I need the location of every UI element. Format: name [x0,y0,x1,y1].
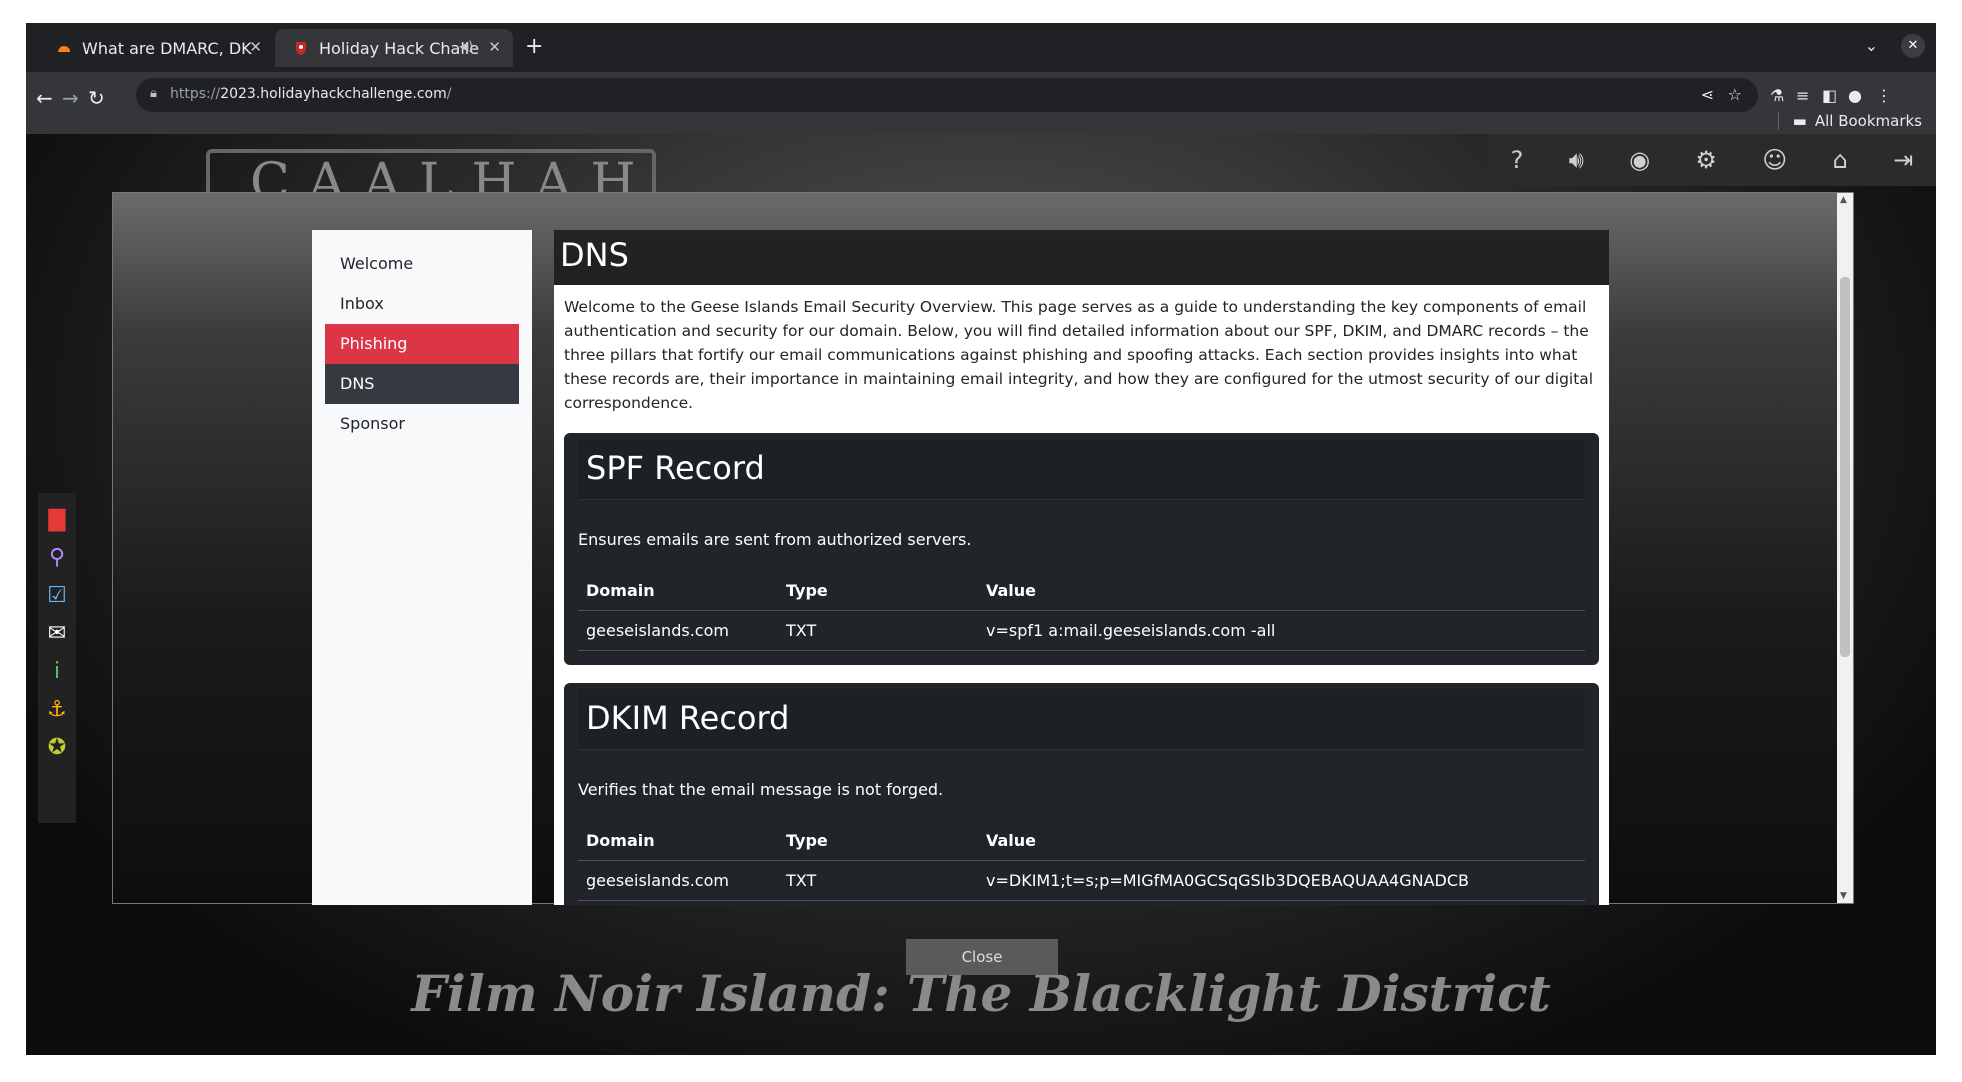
modal-scrollbar[interactable]: ▲ ▼ [1837,193,1853,903]
table-header-row: Domain Type Value [578,571,1585,611]
close-button[interactable]: Close [906,939,1058,975]
address-bar[interactable]: 🔒︎ https://2023.holidayhackchallenge.com… [136,78,1758,112]
info-icon[interactable]: i [44,659,70,684]
column-header-domain: Domain [578,821,778,861]
page-title: DNS [554,230,1609,285]
folder-icon: ▬ [1792,112,1807,130]
scrollbar-thumb[interactable] [1840,277,1850,657]
browser-toolbar: ← → ↻ 🔒︎ https://2023.holidayhackchallen… [26,72,1936,134]
profile-icon[interactable]: ☺ [1762,146,1787,174]
close-tab-icon[interactable]: ✕ [249,38,262,56]
tab-strip: What are DMARC, DKIM ✕ Holiday Hack Chal… [26,23,1936,72]
chat-icon[interactable]: ✉ [44,621,70,646]
terminal-modal: Welcome Inbox Phishing DNS Sponsor DNS W… [112,192,1854,905]
tab-title: What are DMARC, DKIM [82,38,252,58]
tab-dmarc[interactable]: What are DMARC, DKIM ✕ [38,29,274,67]
speaker-icon[interactable]: ◀) [459,39,473,53]
back-icon[interactable]: ← [36,86,53,110]
dkim-description: Verifies that the email message is not f… [578,780,944,799]
settings-icon[interactable]: ⚙ [1695,146,1717,174]
cell-domain: geeseislands.com [578,610,778,651]
map-pin-icon[interactable]: ⚲ [44,545,70,570]
close-tab-icon[interactable]: ✕ [488,38,501,56]
sidebar-item-sponsor[interactable]: Sponsor [325,404,519,444]
column-header-value: Value [978,571,1585,611]
new-tab-icon[interactable]: + [525,34,543,59]
logout-icon[interactable]: ⇥ [1893,146,1913,174]
spf-description: Ensures emails are sent from authorized … [578,530,972,549]
game-top-toolbar: ? 🔊︎ ◉ ⚙ ☺ ⌂ ⇥ [1488,134,1936,186]
sidebar-item-phishing[interactable]: Phishing [325,324,519,364]
all-bookmarks-label[interactable]: All Bookmarks [1815,112,1922,130]
divider [1777,112,1779,130]
cell-value: v=DKIM1;t=s;p=MIGfMA0GCSqGSIb3DQEBAQUAA4… [978,860,1585,901]
dkim-title: DKIM Record [578,689,1585,750]
side-panel-icon[interactable]: ◧ [1822,86,1837,105]
checklist-icon[interactable]: ☑ [44,583,70,608]
chevron-down-icon[interactable]: ⌄ [1865,36,1878,55]
kebab-menu-icon[interactable]: ⋮ [1876,86,1892,105]
url-text[interactable]: https://2023.holidayhackchallenge.com/ [170,86,451,102]
badge-icon[interactable]: ✪ [44,735,70,760]
share-icon[interactable]: ⋖ [1701,85,1714,104]
profile-avatar-icon[interactable]: ● [1848,86,1862,105]
forward-icon[interactable]: → [62,86,79,110]
volume-icon[interactable]: 🔊︎ [1569,146,1584,174]
anchor-icon[interactable]: ⚓ [44,697,70,722]
game-viewport: CAALHAH ? 🔊︎ ◉ ⚙ ☺ ⌂ ⇥ ▇ ⚲ ☑ ✉ i ⚓ ✪ Wel… [26,134,1936,1055]
table-row: geeseislands.com TXT v=spf1 a:mail.geese… [578,610,1585,651]
dkim-table: Domain Type Value geeseislands.com TXT v… [578,821,1585,901]
cell-value: v=spf1 a:mail.geeseislands.com -all [978,610,1585,651]
book-icon[interactable]: ▇ [44,507,70,532]
intro-paragraph: Welcome to the Geese Islands Email Secur… [564,298,1594,412]
hhc-icon [293,40,309,56]
bookmarks-bar[interactable]: ▬ All Bookmarks [1777,112,1922,130]
dkim-card: DKIM Record Verifies that the email mess… [564,683,1599,905]
content-body: Welcome to the Geese Islands Email Secur… [554,285,1609,905]
lock-icon[interactable]: 🔒︎ [150,86,157,101]
table-row: geeseislands.com TXT v=DKIM1;t=s;p=MIGfM… [578,860,1585,901]
table-header-row: Domain Type Value [578,821,1585,861]
home-icon[interactable]: ⌂ [1833,146,1848,174]
sidebar-item-inbox[interactable]: Inbox [325,284,519,324]
reading-list-icon[interactable]: ≡ [1796,86,1809,105]
cell-type: TXT [778,860,978,901]
tab-holiday-hack[interactable]: Holiday Hack Challe ◀) ✕ [275,29,513,67]
reload-icon[interactable]: ↻ [88,86,105,110]
spf-table: Domain Type Value geeseislands.com TXT v… [578,571,1585,651]
spf-card: SPF Record Ensures emails are sent from … [564,433,1599,665]
close-window-icon[interactable]: ✕ [1901,34,1925,58]
column-header-domain: Domain [578,571,778,611]
cloudflare-icon [56,40,72,56]
help-icon[interactable]: ? [1511,146,1524,174]
sidebar-nav: Welcome Inbox Phishing DNS Sponsor [312,230,532,905]
cell-type: TXT [778,610,978,651]
spf-title: SPF Record [578,439,1585,500]
scroll-down-icon[interactable]: ▼ [1840,891,1847,901]
dns-content: DNS Welcome to the Geese Islands Email S… [554,230,1609,905]
game-left-toolbar: ▇ ⚲ ☑ ✉ i ⚓ ✪ [38,493,76,823]
column-header-type: Type [778,821,978,861]
sidebar-item-welcome[interactable]: Welcome [325,244,519,284]
labs-icon[interactable]: ⚗ [1770,86,1784,105]
browser-window: What are DMARC, DKIM ✕ Holiday Hack Chal… [26,23,1936,1055]
cell-domain: geeseislands.com [578,860,778,901]
column-header-value: Value [978,821,1585,861]
column-header-type: Type [778,571,978,611]
star-icon[interactable]: ☆ [1728,85,1742,104]
discord-icon[interactable]: ◉ [1629,146,1650,174]
scroll-up-icon[interactable]: ▲ [1840,195,1847,205]
sidebar-item-dns[interactable]: DNS [325,364,519,404]
